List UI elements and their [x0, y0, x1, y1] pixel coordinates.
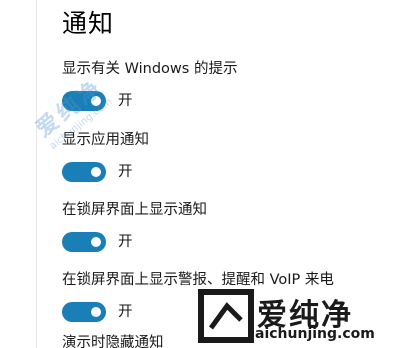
- setting-lockscreen-notifications: 在锁屏界面上显示通知 开: [62, 200, 382, 254]
- toggle-row: 开: [62, 162, 382, 184]
- windows-tips-toggle[interactable]: [62, 91, 106, 111]
- notifications-settings-panel: 通知 显示有关 Windows 的提示 开 显示应用通知 开 在锁屏界面上显示通…: [0, 0, 397, 348]
- toggle-knob: [91, 167, 101, 177]
- toggle-row: 开: [62, 232, 382, 254]
- setting-windows-tips: 显示有关 Windows 的提示 开: [62, 59, 382, 113]
- setting-label: 在锁屏界面上显示警报、提醒和 VoIP 来电: [62, 272, 334, 288]
- toggle-state-text: 开: [118, 304, 133, 320]
- toggle-knob: [91, 237, 101, 247]
- toggle-state-text: 开: [118, 93, 133, 109]
- toggle-row: 开: [62, 91, 382, 113]
- setting-hide-when-presenting: 演示时隐藏通知: [62, 333, 382, 348]
- lockscreen-alarms-toggle[interactable]: [62, 302, 106, 322]
- toggle-knob: [91, 307, 101, 317]
- toggle-row: 开: [62, 302, 382, 324]
- toggle-knob: [91, 96, 101, 106]
- setting-label: 演示时隐藏通知: [62, 335, 164, 348]
- setting-app-notifications: 显示应用通知 开: [62, 130, 382, 184]
- setting-lockscreen-alarms: 在锁屏界面上显示警报、提醒和 VoIP 来电 开: [62, 270, 382, 324]
- setting-label: 显示应用通知: [62, 132, 149, 148]
- toggle-state-text: 开: [118, 234, 133, 250]
- toggle-state-text: 开: [118, 164, 133, 180]
- setting-label: 在锁屏界面上显示通知: [62, 202, 207, 218]
- page-title: 通知: [62, 9, 115, 38]
- lockscreen-notifications-toggle[interactable]: [62, 232, 106, 252]
- nav-divider: [36, 0, 37, 348]
- setting-label: 显示有关 Windows 的提示: [62, 61, 238, 77]
- app-notifications-toggle[interactable]: [62, 162, 106, 182]
